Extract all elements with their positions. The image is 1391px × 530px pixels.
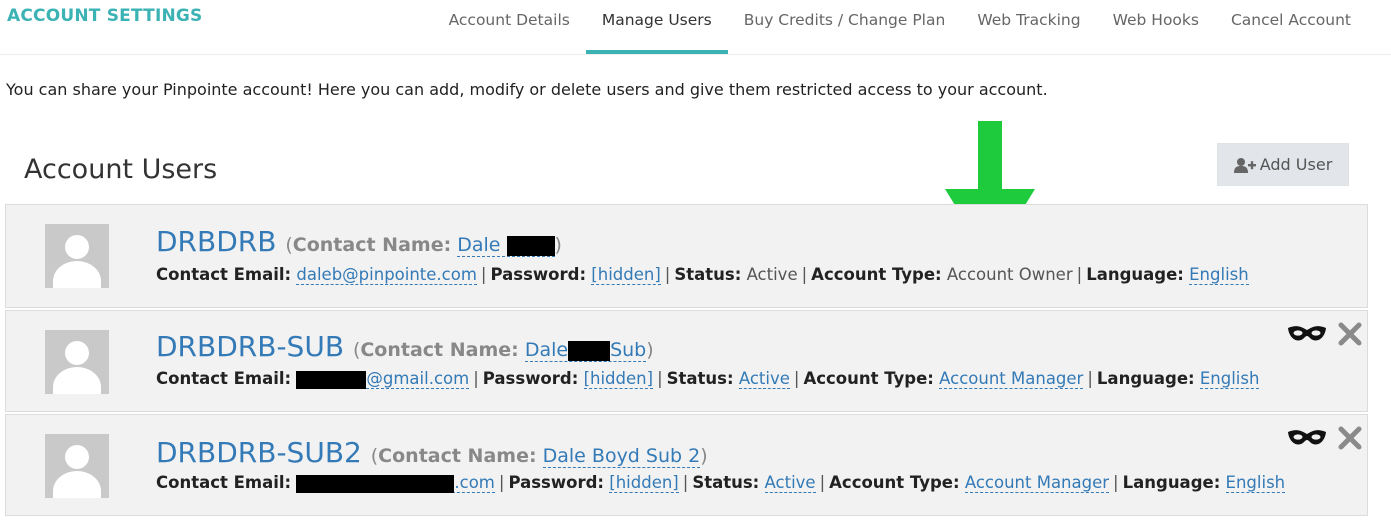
header-divider (0, 54, 1391, 55)
account-type-label: Account Type: (811, 265, 942, 284)
login-as-mask-icon[interactable] (1287, 321, 1327, 347)
user-info-line: Contact Email: @gmail.com | Password: [hid… (156, 369, 1260, 389)
password-label: Password: (490, 265, 587, 284)
contact-name-value[interactable]: Dale Sub (524, 339, 647, 362)
user-name-line: DRBDRB (Contact Name: Dale ) (156, 225, 562, 258)
user-row: DRBDRB (Contact Name: Dale ) Contact Ema… (5, 204, 1368, 308)
user-avatar-icon (45, 434, 109, 498)
redaction (296, 370, 367, 389)
account-type-label: Account Type: (829, 473, 960, 492)
username[interactable]: DRBDRB-SUB (156, 330, 344, 363)
username[interactable]: DRBDRB (156, 225, 276, 258)
user-name-line: DRBDRB-SUB (Contact Name: Dale Sub) (156, 330, 654, 363)
tab-web-hooks[interactable]: Web Hooks (1097, 0, 1215, 54)
redaction (506, 235, 555, 256)
user-row: DRBDRB-SUB (Contact Name: Dale Sub) Conta… (5, 310, 1368, 412)
row-actions (1287, 423, 1365, 453)
language-value[interactable]: English (1189, 265, 1249, 285)
user-avatar-icon (45, 224, 109, 288)
contact-name-label: Contact Name: (360, 339, 519, 361)
language-value[interactable]: English (1225, 473, 1286, 493)
add-user-button[interactable]: Add User (1217, 143, 1349, 186)
redaction (296, 474, 455, 493)
user-info-line: Contact Email: .com | Password: [hidden] | S… (156, 473, 1286, 493)
language-label: Language: (1122, 473, 1221, 492)
contact-name-value[interactable]: Dale Boyd Sub 2 (542, 445, 701, 468)
status-label: Status: (666, 369, 734, 388)
username[interactable]: DRBDRB-SUB2 (156, 436, 362, 469)
tab-account-details[interactable]: Account Details (433, 0, 586, 54)
status-label: Status: (692, 473, 760, 492)
delete-x-icon[interactable] (1335, 423, 1365, 453)
intro-text: You can share your Pinpointe account! He… (6, 80, 1048, 99)
password-label: Password: (508, 473, 605, 492)
user-name-line: DRBDRB-SUB2 (Contact Name: Dale Boyd Sub… (156, 436, 708, 469)
contact-name-label: Contact Name: (378, 445, 537, 467)
user-avatar-icon (45, 330, 109, 394)
account-type-value[interactable]: Account Manager (964, 473, 1110, 493)
tab-cancel-account[interactable]: Cancel Account (1215, 0, 1367, 54)
contact-email-value[interactable]: @gmail.com (296, 369, 470, 389)
password-value[interactable]: [hidden] (591, 265, 661, 285)
status-value[interactable]: Active (738, 369, 790, 389)
tab-manage-users[interactable]: Manage Users (585, 0, 728, 54)
account-type-value: Account Owner (946, 265, 1073, 284)
tab-buy-credits[interactable]: Buy Credits / Change Plan (728, 0, 962, 54)
status-value: Active (746, 265, 798, 284)
contact-email-label: Contact Email: (156, 369, 292, 388)
tab-web-tracking[interactable]: Web Tracking (961, 0, 1096, 54)
language-label: Language: (1086, 265, 1184, 284)
add-user-icon (1233, 157, 1256, 173)
page-title: ACCOUNT SETTINGS (7, 6, 203, 26)
delete-x-icon[interactable] (1335, 319, 1365, 349)
user-row: DRBDRB-SUB2 (Contact Name: Dale Boyd Sub… (5, 414, 1368, 516)
contact-email-label: Contact Email: (156, 265, 292, 284)
contact-email-label: Contact Email: (156, 473, 292, 492)
settings-tabs: Account Details Manage Users Buy Credits… (433, 0, 1367, 54)
password-value[interactable]: [hidden] (609, 473, 679, 493)
status-label: Status: (674, 265, 742, 284)
contact-name-value[interactable]: Dale (457, 234, 555, 257)
row-actions (1287, 319, 1365, 349)
login-as-mask-icon[interactable] (1287, 425, 1327, 451)
contact-name-label: Contact Name: (292, 234, 452, 256)
password-label: Password: (482, 369, 579, 388)
language-value[interactable]: English (1199, 369, 1260, 389)
contact-email-value[interactable]: daleb@pinpointe.com (296, 265, 477, 285)
user-info-line: Contact Email: daleb@pinpointe.com | Passw… (156, 265, 1249, 285)
account-type-label: Account Type: (803, 369, 934, 388)
redaction (568, 340, 611, 361)
language-label: Language: (1096, 369, 1195, 388)
status-value[interactable]: Active (764, 473, 816, 493)
contact-email-value[interactable]: .com (296, 473, 495, 493)
account-type-value[interactable]: Account Manager (939, 369, 1084, 389)
password-value[interactable]: [hidden] (583, 369, 654, 389)
section-title: Account Users (24, 154, 218, 185)
add-user-label: Add User (1259, 155, 1333, 174)
